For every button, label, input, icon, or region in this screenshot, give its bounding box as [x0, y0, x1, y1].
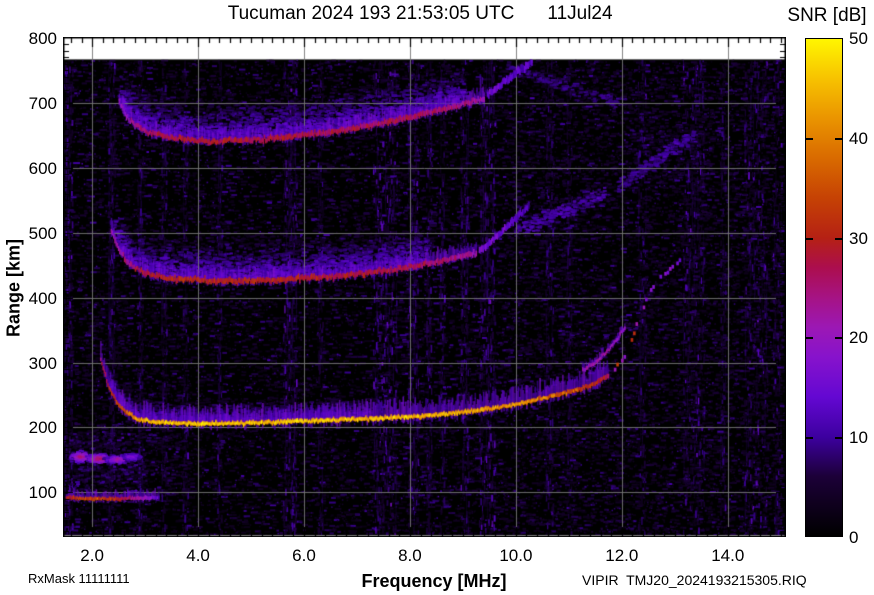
- colorbar-tick: [806, 337, 813, 339]
- colorbar-tick-label: 40: [849, 128, 868, 148]
- title-date: 11Jul24: [547, 3, 613, 24]
- footer-rxmask: RxMask 11111111: [28, 571, 130, 586]
- ionogram-page: Tucuman 2024 193 21:53:05 UTC 11Jul24 SN…: [0, 0, 874, 595]
- y-tick-label: 800: [28, 29, 57, 48]
- colorbar-tick-label: 0: [849, 528, 859, 547]
- colorbar-tick-label: 10: [849, 428, 868, 448]
- y-tick-label: 200: [28, 418, 57, 438]
- x-tick-label: 8.0: [398, 546, 422, 565]
- footer-filename: VIPIR TMJ20_2024193215305.RIQ: [582, 572, 807, 588]
- y-tick-label: 300: [28, 353, 57, 373]
- colorbar-title: SNR [dB]: [787, 5, 867, 26]
- colorbar-tick-label: 50: [849, 29, 868, 48]
- snr-colorbar: [805, 38, 843, 537]
- colorbar-tick: [806, 238, 813, 240]
- colorbar-tick: [835, 437, 842, 439]
- x-axis-title: Frequency [MHz]: [361, 571, 507, 591]
- y-tick-label: 600: [28, 158, 57, 178]
- x-tick-label: 12.0: [605, 546, 639, 565]
- x-tick-label: 2.0: [80, 546, 104, 565]
- y-tick-label: 700: [28, 93, 57, 113]
- colorbar-tick-label: 30: [849, 228, 868, 248]
- colorbar-tick-label: 20: [849, 328, 868, 348]
- x-tick-label: 14.0: [711, 546, 745, 565]
- colorbar-tick: [835, 138, 842, 140]
- colorbar-tick: [835, 238, 842, 240]
- x-tick-label: 4.0: [186, 546, 210, 565]
- x-tick-label: 6.0: [292, 546, 316, 565]
- ionogram-heatmap-canvas: [63, 37, 786, 537]
- x-tick-label: 10.0: [499, 546, 533, 565]
- colorbar-tick: [806, 437, 813, 439]
- colorbar-tick: [806, 138, 813, 140]
- page-title: Tucuman 2024 193 21:53:05 UTC: [227, 3, 515, 24]
- y-axis-title: Range [km]: [3, 238, 24, 338]
- colorbar-tick: [835, 337, 842, 339]
- y-tick-label: 100: [28, 483, 57, 503]
